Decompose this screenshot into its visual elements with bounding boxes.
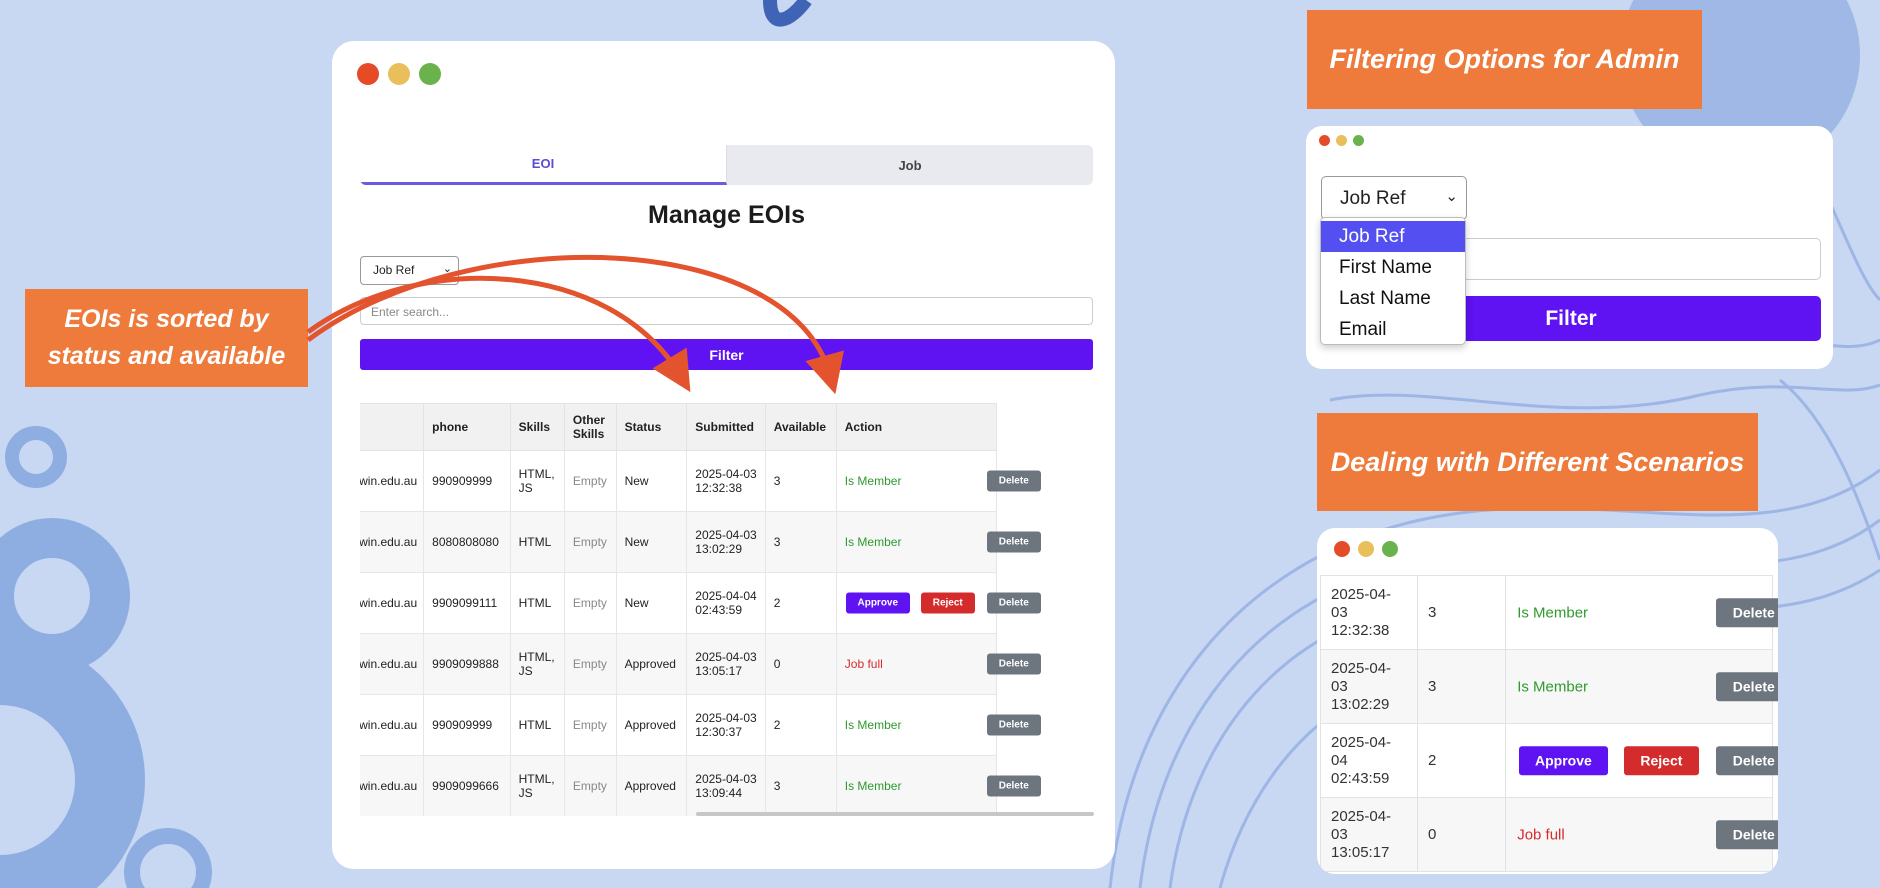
arrow-to-status: [306, 275, 691, 393]
annotation-arrows: [306, 254, 844, 395]
arrow-to-available: [306, 254, 844, 395]
